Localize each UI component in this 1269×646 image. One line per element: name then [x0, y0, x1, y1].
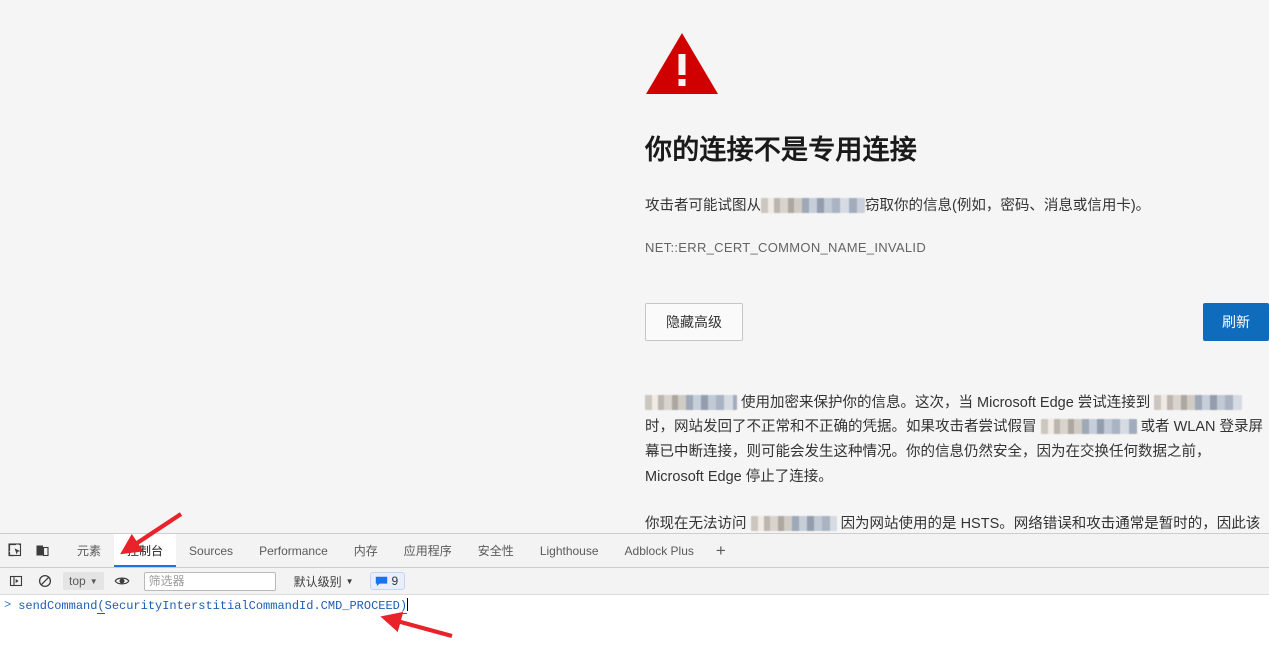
console-filter-input[interactable]: [143, 571, 276, 591]
lead-text-before: 攻击者可能试图从: [645, 197, 761, 214]
clear-console-icon: [38, 574, 51, 588]
message-count-value: 9: [391, 574, 399, 588]
command-function-name: sendCommand: [18, 598, 98, 613]
tab-label: 安全性: [477, 544, 514, 558]
tab-elements[interactable]: 元素: [64, 534, 114, 567]
tab-label: 元素: [77, 544, 102, 558]
more-tabs-button[interactable]: +: [707, 534, 735, 567]
tab-lighthouse[interactable]: Lighthouse: [527, 534, 612, 567]
tab-label: 控制台: [127, 544, 164, 558]
command-open-paren: (: [97, 598, 105, 614]
log-level-value: 默认级别: [293, 574, 342, 589]
chevron-down-icon: ▼: [89, 576, 98, 586]
chevron-down-icon: ▼: [345, 576, 354, 586]
device-toolbar-button[interactable]: [29, 534, 56, 567]
prompt-arrow-icon: >: [4, 598, 12, 612]
console-prompt-line[interactable]: > sendCommand(SecurityInterstitialComman…: [0, 595, 1269, 615]
ssl-interstitial: 你的连接不是专用连接 攻击者可能试图从 窃取你的信息(例如，密码、消息或信用卡)。…: [645, 0, 1269, 533]
tab-label: Performance: [259, 543, 328, 558]
hide-advanced-button[interactable]: 隐藏高级: [645, 302, 743, 341]
command-argument: SecurityInterstitialCommandId.CMD_PROCEE…: [104, 598, 400, 613]
action-buttons: 隐藏高级 刷新: [645, 302, 1269, 341]
browser-viewport: 你的连接不是专用连接 攻击者可能试图从 窃取你的信息(例如，密码、消息或信用卡)。…: [0, 0, 1269, 533]
lead-text-after: 窃取你的信息(例如，密码、消息或信用卡)。: [865, 197, 1151, 214]
page-title: 你的连接不是专用连接: [645, 135, 917, 165]
tab-label: Lighthouse: [539, 543, 599, 558]
advanced-p1-seg2: 时，网站发回了不正常和不正确的凭据。如果攻击者尝试假冒: [645, 419, 1037, 436]
console-command-text[interactable]: sendCommand(SecurityInterstitialCommandI…: [18, 597, 409, 614]
refresh-button[interactable]: 刷新: [1203, 302, 1269, 341]
tabbar-spacer: [56, 534, 64, 567]
tab-adblock-plus[interactable]: Adblock Plus: [612, 534, 707, 567]
advanced-p1-seg1: 使用加密来保护你的信息。这次，当 Microsoft Edge 尝试连接到: [741, 394, 1151, 411]
tab-application[interactable]: 应用程序: [391, 534, 465, 567]
clear-console-button[interactable]: [31, 574, 58, 588]
text-cursor: [407, 597, 409, 611]
execution-context-selector[interactable]: top ▼: [63, 572, 104, 590]
tab-performance[interactable]: Performance: [246, 534, 341, 567]
tab-label: 内存: [353, 544, 378, 558]
console-sidebar-toggle-icon: [9, 575, 22, 587]
redacted-domain: [1040, 419, 1137, 435]
advanced-details: 使用加密来保护你的信息。这次，当 Microsoft Edge 尝试连接到 时，…: [645, 391, 1269, 534]
tab-sources[interactable]: Sources: [176, 534, 246, 567]
tab-label: 应用程序: [403, 544, 452, 558]
advanced-paragraph-2: 你现在无法访问 因为网站使用的是 HSTS。网络错误和攻击通常是暂时的，因此该页…: [645, 512, 1269, 533]
command-close-paren: ): [399, 598, 408, 614]
live-expression-eye-icon: [114, 577, 130, 585]
tab-label: Sources: [189, 543, 234, 558]
redacted-domain: [645, 394, 737, 410]
warning-triangle-icon: [646, 33, 718, 94]
inspect-element-button[interactable]: [2, 534, 29, 567]
devtools-panel: 元素 控制台 Sources Performance 内存 应用程序 安全性 L…: [0, 533, 1269, 646]
lead-paragraph: 攻击者可能试图从 窃取你的信息(例如，密码、消息或信用卡)。: [645, 196, 1269, 218]
tab-label: Adblock Plus: [624, 543, 694, 558]
redacted-domain: [1154, 394, 1243, 410]
advanced-p2-seg1: 你现在无法访问: [645, 516, 747, 533]
tab-memory[interactable]: 内存: [341, 534, 391, 567]
redacted-domain: [761, 197, 865, 213]
redacted-domain: [750, 516, 837, 532]
message-bubble-icon: [375, 576, 387, 586]
advanced-paragraph-1: 使用加密来保护你的信息。这次，当 Microsoft Edge 尝试连接到 时，…: [645, 391, 1269, 491]
error-code: NET::ERR_CERT_COMMON_NAME_INVALID: [645, 239, 927, 255]
console-sidebar-toggle-button[interactable]: [2, 574, 29, 588]
tab-console[interactable]: 控制台: [114, 534, 177, 567]
tab-security[interactable]: 安全性: [465, 534, 527, 567]
devtools-tabbar: 元素 控制台 Sources Performance 内存 应用程序 安全性 L…: [0, 534, 1269, 568]
console-toolbar: top ▼ 默认级别 ▼ 9: [0, 568, 1269, 595]
inspect-element-icon: [8, 543, 22, 557]
message-count-badge[interactable]: 9: [369, 572, 406, 590]
execution-context-value: top: [69, 574, 86, 588]
live-expression-button[interactable]: [109, 574, 136, 588]
log-level-selector[interactable]: 默认级别 ▼: [290, 571, 358, 592]
device-toolbar-icon: [36, 545, 49, 557]
